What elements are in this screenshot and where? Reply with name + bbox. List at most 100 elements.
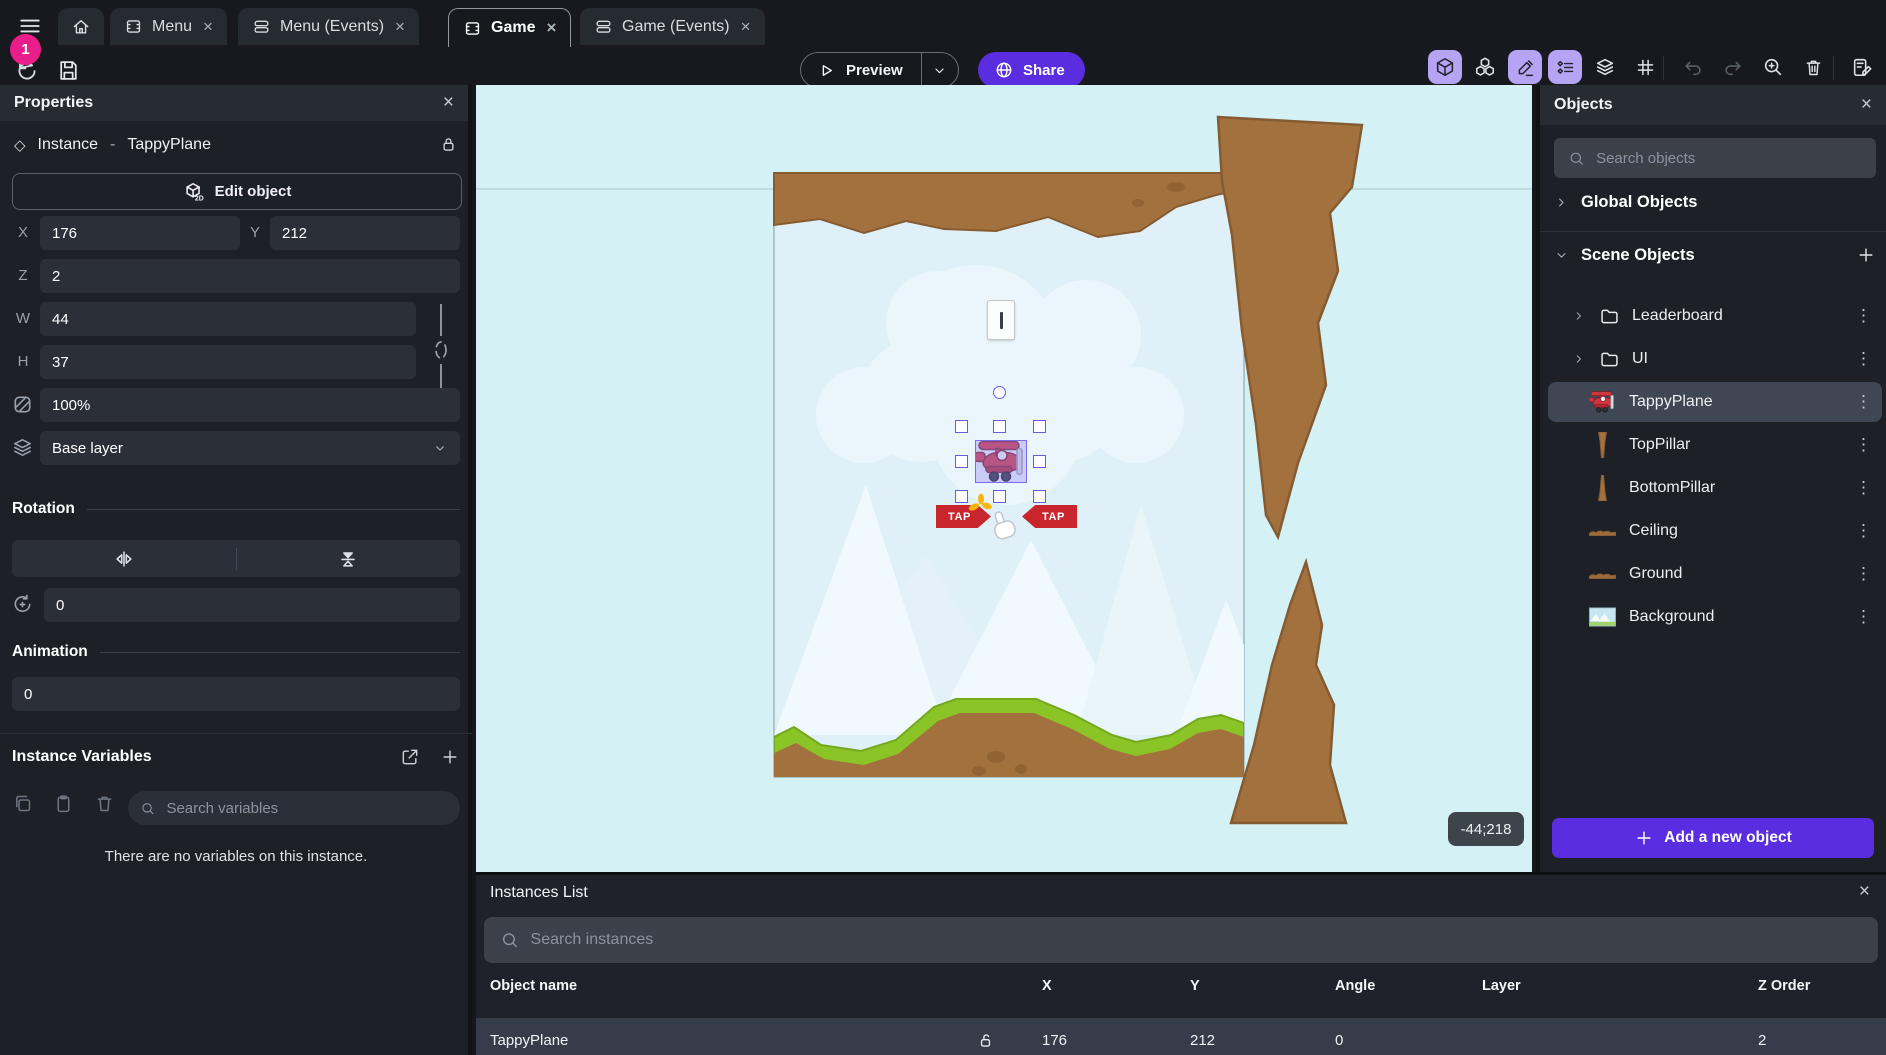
tab-close-icon[interactable]: × [741, 17, 751, 37]
add-new-object-button[interactable]: Add a new object [1552, 818, 1874, 858]
undo-button[interactable] [1676, 50, 1710, 84]
object-menu-button[interactable]: ⋮ [1855, 306, 1872, 326]
panel-divider [0, 733, 472, 734]
tab-home[interactable] [58, 8, 104, 45]
open-variables-editor-button[interactable] [400, 747, 420, 767]
object-row-bottompillar[interactable]: BottomPillar ⋮ [1548, 468, 1882, 508]
object-menu-button[interactable]: ⋮ [1855, 478, 1872, 498]
toggle-instances-list-button[interactable] [1548, 50, 1582, 84]
object-row-ceiling[interactable]: Ceiling ⋮ [1548, 511, 1882, 551]
object-menu-button[interactable]: ⋮ [1855, 521, 1872, 541]
layer-select[interactable]: Base layer [40, 431, 460, 465]
object-row-ui[interactable]: UI ⋮ [1548, 339, 1882, 379]
resize-handle-n[interactable] [993, 420, 1006, 433]
toggle-3d-view-button[interactable] [1428, 50, 1462, 84]
tab-close-icon[interactable]: × [203, 17, 213, 37]
search-objects-input[interactable] [1594, 149, 1862, 168]
unlock-instance-button[interactable] [976, 1018, 995, 1055]
instance-variables-header: Instance Variables [12, 747, 460, 767]
toggle-properties-panel-button[interactable] [1508, 50, 1542, 84]
opacity-field[interactable] [40, 388, 460, 422]
resize-handle-e[interactable] [1033, 455, 1046, 468]
column-z-order[interactable]: Z Order [1758, 978, 1810, 994]
column-angle[interactable]: Angle [1335, 978, 1375, 994]
toggle-layers-panel-button[interactable] [1588, 50, 1622, 84]
plus-icon [1634, 828, 1654, 848]
tab-close-icon[interactable]: × [546, 18, 556, 38]
search-instances-field[interactable] [484, 917, 1878, 963]
search-variables-input[interactable] [164, 799, 448, 818]
tab-game-events[interactable]: Game (Events) × [580, 8, 765, 45]
y-field[interactable] [270, 216, 460, 250]
add-variable-button[interactable] [440, 747, 460, 767]
copy-variable-button[interactable] [12, 793, 33, 814]
object-row-leaderboard[interactable]: Leaderboard ⋮ [1548, 296, 1882, 336]
tappy-plane-instance[interactable] [975, 440, 1027, 483]
zoom-in-button[interactable] [1756, 50, 1790, 84]
close-instances-icon[interactable]: × [1859, 881, 1870, 903]
tab-game-scene[interactable]: Game × [448, 8, 571, 47]
width-field[interactable] [40, 302, 416, 336]
column-x[interactable]: X [1042, 978, 1052, 994]
lock-instance-button[interactable] [439, 135, 458, 154]
resize-handle-sw[interactable] [955, 490, 968, 503]
y-field-label: Y [242, 216, 268, 250]
save-project-button[interactable] [56, 58, 81, 83]
instance-table-row[interactable]: TappyPlane 176 212 0 2 [476, 1018, 1886, 1055]
search-instances-input[interactable] [529, 930, 1862, 950]
object-menu-button[interactable]: ⋮ [1855, 392, 1872, 412]
toggle-grid-button[interactable] [1628, 50, 1662, 84]
scene-canvas[interactable]: TAP TAP -44;218 [476, 85, 1532, 872]
rotation-angle-field[interactable] [44, 588, 460, 622]
tab-menu-events[interactable]: Menu (Events) × [238, 8, 419, 45]
paste-variable-button[interactable] [53, 793, 74, 814]
column-layer[interactable]: Layer [1482, 978, 1521, 994]
edit-object-button[interactable]: 2D Edit object [12, 173, 462, 210]
open-objects-panel-button[interactable] [1468, 50, 1502, 84]
object-menu-button[interactable]: ⋮ [1855, 435, 1872, 455]
preview-dropdown-button[interactable] [921, 53, 958, 87]
height-field[interactable] [40, 345, 416, 379]
tab-menu-scene[interactable]: Menu × [110, 8, 227, 45]
object-name: Background [1629, 608, 1714, 626]
z-field[interactable] [40, 259, 460, 293]
global-objects-group[interactable]: Global Objects [1554, 193, 1697, 212]
object-row-toppillar[interactable]: TopPillar ⋮ [1548, 425, 1882, 465]
resize-handle-se[interactable] [1033, 490, 1046, 503]
scene-objects-group[interactable]: Scene Objects [1554, 245, 1876, 265]
share-button[interactable]: Share [978, 52, 1085, 88]
column-object-name[interactable]: Object name [490, 978, 577, 994]
column-y[interactable]: Y [1190, 978, 1200, 994]
object-row-tappyplane[interactable]: TappyPlane ⋮ [1548, 382, 1882, 422]
object-row-ground[interactable]: Ground ⋮ [1548, 554, 1882, 594]
object-menu-button[interactable]: ⋮ [1855, 607, 1872, 627]
search-variables-field[interactable] [128, 791, 460, 825]
tab-close-icon[interactable]: × [395, 17, 405, 37]
edit-scene-properties-button[interactable] [1845, 50, 1879, 84]
tab-label: Menu [152, 18, 192, 36]
delete-button[interactable] [1796, 50, 1830, 84]
object-row-background[interactable]: Background ⋮ [1548, 597, 1882, 637]
object-name: UI [1632, 350, 1648, 368]
preview-button[interactable]: Preview [800, 52, 959, 88]
resize-handle-ne[interactable] [1033, 420, 1046, 433]
redo-button[interactable] [1716, 50, 1750, 84]
add-object-quick-button[interactable] [1856, 245, 1876, 265]
object-menu-button[interactable]: ⋮ [1855, 564, 1872, 584]
delete-variable-button[interactable] [94, 793, 115, 814]
share-label: Share [1023, 62, 1065, 79]
animation-field[interactable] [12, 677, 460, 711]
resize-handle-w[interactable] [955, 455, 968, 468]
close-objects-icon[interactable]: × [1861, 94, 1872, 116]
rotate-selection-handle[interactable] [993, 386, 1006, 399]
instance-separator: - [110, 136, 115, 154]
search-objects-field[interactable] [1554, 138, 1876, 178]
flip-vertical-button[interactable] [237, 540, 461, 577]
resize-handle-s[interactable] [993, 490, 1006, 503]
instruction-card-object[interactable] [987, 300, 1015, 340]
x-field[interactable] [40, 216, 240, 250]
resize-handle-nw[interactable] [955, 420, 968, 433]
flip-horizontal-button[interactable] [12, 540, 236, 577]
object-menu-button[interactable]: ⋮ [1855, 349, 1872, 369]
close-properties-icon[interactable]: × [443, 92, 454, 114]
